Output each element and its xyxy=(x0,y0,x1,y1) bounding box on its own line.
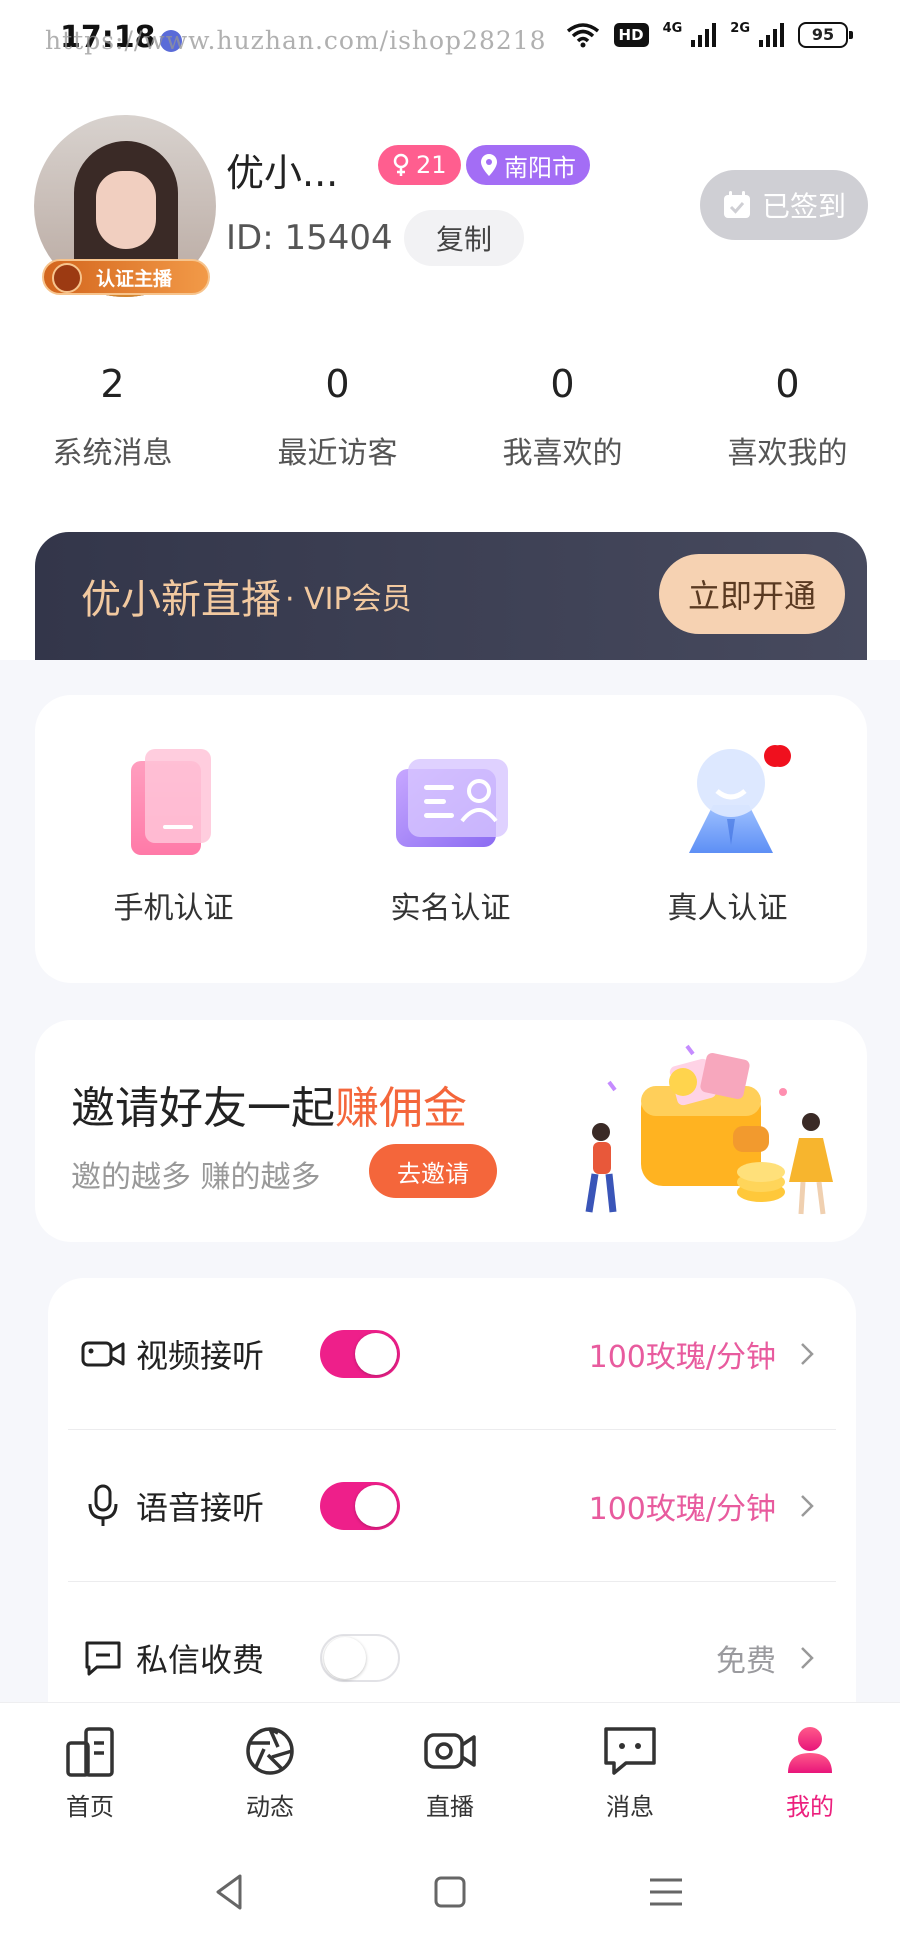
avatar[interactable]: 认证主播 xyxy=(34,115,216,297)
stat-label: 我喜欢的 xyxy=(502,436,623,471)
invite-card[interactable]: 邀请好友一起赚佣金 邀的越多 赚的越多 去邀请 xyxy=(35,1020,867,1242)
id-card-icon xyxy=(396,759,508,847)
tab-label: 消息 xyxy=(606,1793,654,1821)
invite-title-highlight: 赚佣金 xyxy=(335,1083,467,1134)
stat-label: 喜欢我的 xyxy=(727,436,848,471)
user-id: ID: 15404 xyxy=(226,218,393,258)
female-icon xyxy=(393,153,409,176)
verify-label: 手机认证 xyxy=(113,891,234,926)
verification-card: 手机认证 实名认证 真人认证 xyxy=(35,695,867,983)
vip-activate-button[interactable]: 立即开通 xyxy=(659,554,845,634)
chevron-right-icon xyxy=(796,1638,818,1678)
location-pin-icon xyxy=(481,154,497,176)
status-icons: HD 4G 2G 95 xyxy=(566,20,853,48)
stat-value: 0 xyxy=(325,362,350,406)
aperture-icon xyxy=(246,1727,294,1775)
invite-button[interactable]: 去邀请 xyxy=(369,1144,497,1198)
setting-price[interactable]: 免费 xyxy=(716,1636,776,1680)
vip-title: 优小新直播 xyxy=(81,577,281,623)
tab-home[interactable]: 首页 xyxy=(0,1703,180,1833)
invite-subtitle: 邀的越多 赚的越多 xyxy=(71,1160,321,1195)
new-badge-dot xyxy=(769,745,791,767)
signin-label: 已签到 xyxy=(761,190,846,223)
chevron-right-icon xyxy=(796,1334,818,1374)
city-value: 南阳市 xyxy=(504,153,576,182)
stat-value: 0 xyxy=(550,362,575,406)
microphone-icon xyxy=(80,1483,126,1529)
person-icon xyxy=(689,749,773,853)
stat-system-messages[interactable]: 2 系统消息 xyxy=(0,362,225,472)
nickname: 优小... xyxy=(226,151,339,195)
setting-label: 私信收费 xyxy=(136,1641,265,1679)
stat-value: 0 xyxy=(775,362,800,406)
vip-banner[interactable]: 优小新直播 · VIP会员 立即开通 xyxy=(35,532,867,660)
certified-anchor-badge: 认证主播 xyxy=(42,259,210,295)
invite-title-main: 邀请好友一起 xyxy=(71,1083,335,1134)
stat-value: 2 xyxy=(100,362,125,406)
city-tag: 南阳市 xyxy=(466,145,590,185)
tab-live[interactable]: 直播 xyxy=(360,1703,540,1833)
setting-price[interactable]: 100玫瑰/分钟 xyxy=(589,1484,776,1528)
stat-likes-me[interactable]: 0 喜欢我的 xyxy=(675,362,900,472)
setting-row-voice[interactable]: 语音接听 100玫瑰/分钟 xyxy=(68,1430,836,1582)
verify-phone[interactable]: 手机认证 xyxy=(35,695,312,983)
message-icon xyxy=(80,1635,126,1681)
age-gender-tag: 21 xyxy=(378,145,461,185)
age-value: 21 xyxy=(416,151,447,179)
voice-answer-toggle[interactable] xyxy=(320,1481,400,1530)
home-square-icon[interactable] xyxy=(430,1872,470,1912)
certified-anchor-label: 认证主播 xyxy=(96,267,173,290)
calendar-check-icon xyxy=(723,191,750,218)
tab-mine[interactable]: 我的 xyxy=(720,1703,900,1833)
setting-label: 语音接听 xyxy=(136,1488,265,1527)
home-icon xyxy=(66,1727,114,1777)
verify-label: 实名认证 xyxy=(390,891,511,926)
chat-icon xyxy=(604,1727,656,1775)
call-settings-card: 视频接听 100玫瑰/分钟 语音接听 100玫瑰/分钟 私信收费 免费 xyxy=(48,1278,856,1718)
back-icon[interactable] xyxy=(210,1872,250,1912)
verify-real-name[interactable]: 实名认证 xyxy=(312,695,786,983)
setting-label: 视频接听 xyxy=(136,1336,265,1375)
signin-button[interactable]: 已签到 xyxy=(700,170,868,240)
wifi-icon xyxy=(566,23,599,48)
battery-icon: 95 xyxy=(798,22,853,48)
signal-icon xyxy=(759,23,784,47)
invite-title: 邀请好友一起赚佣金 xyxy=(71,1072,467,1136)
tab-moments[interactable]: 动态 xyxy=(180,1703,360,1833)
bottom-tab-bar: 首页 动态 直播 消息 我的 xyxy=(0,1702,900,1832)
video-camera-icon xyxy=(80,1331,126,1377)
system-navigation-bar xyxy=(0,1832,900,1950)
stat-label: 最近访客 xyxy=(277,436,398,471)
shield-icon xyxy=(52,263,82,293)
setting-price[interactable]: 100玫瑰/分钟 xyxy=(589,1332,776,1376)
phone-icon xyxy=(131,749,211,855)
wallet-illustration xyxy=(585,1044,833,1215)
video-answer-toggle[interactable] xyxy=(320,1329,400,1378)
watermark: https://www.huzhan.com/ishop28218 xyxy=(45,26,547,55)
stat-recent-visitors[interactable]: 0 最近访客 xyxy=(225,362,450,472)
signal-icon xyxy=(691,23,717,47)
setting-row-video[interactable]: 视频接听 100玫瑰/分钟 xyxy=(68,1278,836,1430)
vip-subtitle: · VIP会员 xyxy=(285,582,412,617)
menu-icon[interactable] xyxy=(646,1872,686,1912)
verify-label: 真人认证 xyxy=(667,891,788,926)
chevron-right-icon xyxy=(796,1486,818,1526)
stat-label: 系统消息 xyxy=(52,436,173,471)
live-camera-icon xyxy=(424,1733,476,1769)
tab-label: 动态 xyxy=(246,1793,294,1821)
stats-row: 2 系统消息 0 最近访客 0 我喜欢的 0 喜欢我的 xyxy=(0,362,900,472)
private-message-fee-toggle[interactable] xyxy=(320,1634,400,1682)
tab-messages[interactable]: 消息 xyxy=(540,1703,720,1833)
network-2g-label: 2G xyxy=(730,20,750,36)
status-bar: 17:18 https://www.huzhan.com/ishop28218 … xyxy=(0,0,900,80)
tab-label: 直播 xyxy=(426,1793,474,1821)
verify-real-person[interactable]: 真人认证 xyxy=(589,695,866,983)
user-icon xyxy=(788,1727,832,1773)
stat-i-like[interactable]: 0 我喜欢的 xyxy=(450,362,675,472)
tab-label: 首页 xyxy=(66,1793,114,1821)
hd-badge: HD xyxy=(613,23,649,47)
tab-label: 我的 xyxy=(786,1793,834,1821)
copy-id-button[interactable]: 复制 xyxy=(404,210,524,266)
network-4g-label: 4G xyxy=(662,20,683,36)
